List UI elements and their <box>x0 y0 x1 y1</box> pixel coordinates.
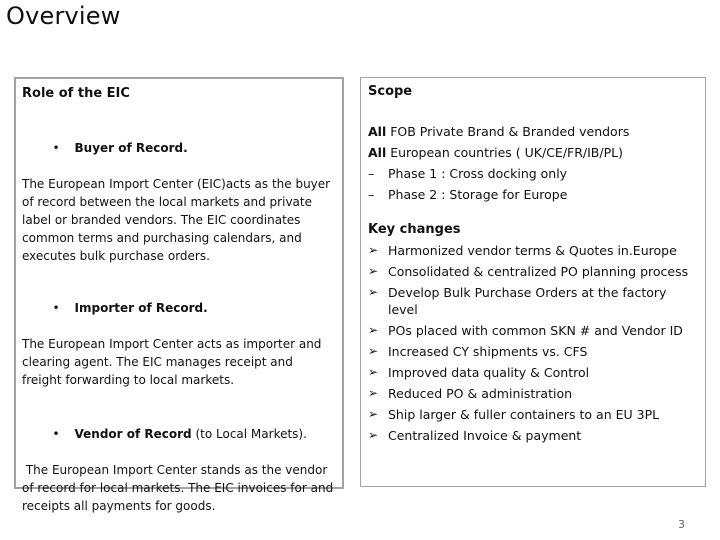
arrowhead-bullet-icon: ➢ <box>368 323 379 337</box>
role-title: Vendor of Record <box>74 427 192 441</box>
list-item: ➢ Increased CY shipments vs. CFS <box>368 343 698 360</box>
scope-text: European countries ( UK/CE/FR/IB/PL) <box>386 145 623 160</box>
list-item: ➢ Reduced PO & administration <box>368 385 698 402</box>
scope-lead: All <box>368 145 387 160</box>
scope-lead: All <box>368 124 387 139</box>
dash-icon: – <box>368 166 375 181</box>
list-item-text: Consolidated & centralized PO planning p… <box>388 264 689 279</box>
scope-phase: – Phase 1 : Cross docking only <box>368 163 698 184</box>
list-item-text: Increased CY shipments vs. CFS <box>388 344 588 359</box>
arrowhead-bullet-icon: ➢ <box>368 386 379 400</box>
arrowhead-bullet-icon: ➢ <box>368 344 379 358</box>
key-changes-list: ➢ Harmonized vendor terms & Quotes in.Eur… <box>368 242 698 444</box>
phase-text: Phase 1 : Cross docking only <box>388 166 568 181</box>
list-item-text: POs placed with common SKN # and Vendor … <box>388 323 683 338</box>
list-item-text: Centralized Invoice & payment <box>388 428 582 443</box>
role-title: Buyer of Record. <box>74 141 188 155</box>
phase-text: Phase 2 : Storage for Europe <box>388 187 568 202</box>
role-of-eic-panel: Role of the EIC • Buyer of Record. The Eu… <box>14 77 344 513</box>
role-description: The European Import Center stands as the… <box>22 463 338 513</box>
scope-line: All European countries ( UK/CE/FR/IB/PL) <box>368 142 698 163</box>
slide-title: Overview <box>6 2 121 30</box>
role-description: The European Import Center (EIC)acts as … <box>22 177 331 263</box>
bullet-icon: • <box>52 141 60 155</box>
role-title-suffix: (to Local Markets). <box>191 427 307 441</box>
arrowhead-bullet-icon: ➢ <box>368 365 379 379</box>
role-importer-of-record: • Importer of Record. The European Import… <box>22 281 336 389</box>
list-item-text: Develop Bulk Purchase Orders at the fact… <box>388 285 667 317</box>
page-number: 3 <box>678 518 685 531</box>
arrowhead-bullet-icon: ➢ <box>368 428 379 442</box>
list-item: ➢ Harmonized vendor terms & Quotes in.Eur… <box>368 242 698 259</box>
scope-phase: – Phase 2 : Storage for Europe <box>368 184 698 205</box>
list-item: ➢ Centralized Invoice & payment <box>368 427 698 444</box>
scope-text: FOB Private Brand & Branded vendors <box>386 124 630 139</box>
list-item: ➢ Consolidated & centralized PO planning … <box>368 263 698 280</box>
list-item-text: Harmonized vendor terms & Quotes in.Euro… <box>388 243 677 258</box>
arrowhead-bullet-icon: ➢ <box>368 407 379 421</box>
role-description: The European Import Center acts as impor… <box>22 337 322 387</box>
list-item-text: Ship larger & fuller containers to an EU… <box>388 407 660 422</box>
role-buyer-of-record: • Buyer of Record. The European Import Ce… <box>22 121 336 265</box>
list-item-text: Reduced PO & administration <box>388 386 573 401</box>
list-item: ➢ Ship larger & fuller containers to an E… <box>368 406 698 423</box>
dash-icon: – <box>368 187 375 202</box>
list-item: ➢ POs placed with common SKN # and Vendor… <box>368 322 698 339</box>
key-changes-heading: Key changes <box>368 222 461 237</box>
scope-line: All FOB Private Brand & Branded vendors <box>368 121 698 142</box>
scope-heading: Scope <box>368 84 413 99</box>
bullet-icon: • <box>52 427 60 441</box>
arrowhead-bullet-icon: ➢ <box>368 243 379 257</box>
role-panel-heading: Role of the EIC <box>22 86 130 101</box>
arrowhead-bullet-icon: ➢ <box>368 264 379 278</box>
role-title: Importer of Record. <box>74 301 208 315</box>
role-vendor-of-record: • Vendor of Record (to Local Markets). Th… <box>22 407 336 515</box>
bullet-icon: • <box>52 301 60 315</box>
list-item-text: Improved data quality & Control <box>388 365 590 380</box>
list-item: ➢ Improved data quality & Control <box>368 364 698 381</box>
list-item: ➢ Develop Bulk Purchase Orders at the fac… <box>368 284 698 318</box>
arrowhead-bullet-icon: ➢ <box>368 285 379 299</box>
scope-and-key-changes-panel: Scope All FOB Private Brand & Branded ve… <box>360 77 706 487</box>
